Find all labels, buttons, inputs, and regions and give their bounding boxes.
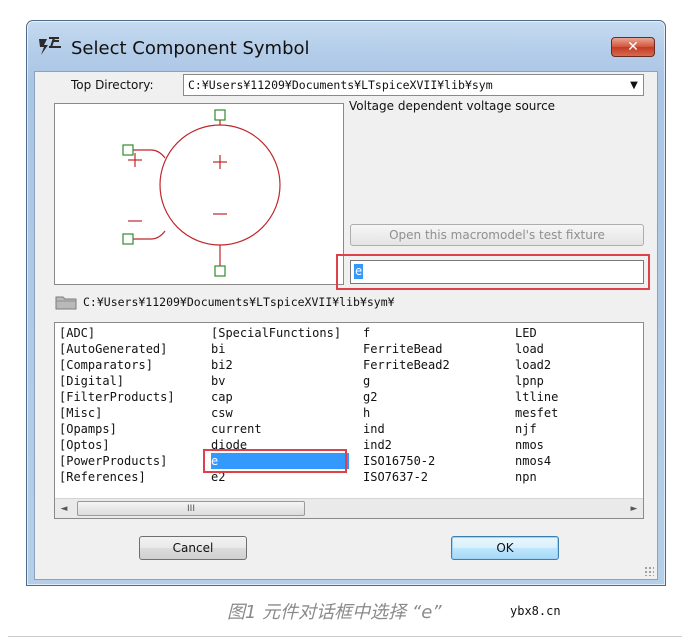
list-item[interactable]: [ADC] [59,325,175,341]
list-item[interactable]: h [363,405,450,421]
list-item[interactable]: [Comparators] [59,357,175,373]
list-item[interactable]: current [211,421,349,437]
list-item[interactable]: load2 [515,357,558,373]
list-item[interactable]: [References] [59,469,175,485]
cancel-button[interactable]: Cancel [139,536,247,560]
close-button[interactable]: ✕ [611,37,655,57]
list-item[interactable]: cap [211,389,349,405]
ok-button[interactable]: OK [451,536,559,560]
grip-icon: III [187,503,195,514]
open-test-fixture-button[interactable]: Open this macromodel's test fixture [350,224,644,246]
list-item[interactable]: [Digital] [59,373,175,389]
dialog-title: Select Component Symbol [71,38,310,59]
caption-site: ybx8.cn [510,604,561,618]
list-item[interactable]: csw [211,405,349,421]
list-item[interactable]: [Opamps] [59,421,175,437]
list-item[interactable]: nmos4 [515,453,558,469]
list-item[interactable]: f [363,325,450,341]
list-item[interactable]: bi2 [211,357,349,373]
title-bar[interactable]: Select Component Symbol ✕ [27,21,665,73]
scroll-left-icon[interactable]: ◄ [55,499,73,518]
list-item[interactable]: ISO7637-2 [363,469,450,485]
list-item[interactable]: [FilterProducts] [59,389,175,405]
list-item[interactable]: mesfet [515,405,558,421]
highlight-selected-item [203,449,347,473]
list-item[interactable]: g2 [363,389,450,405]
list-column-4: LED load load2 lpnp ltline mesfet njf nm… [515,325,558,485]
symbol-preview [54,103,344,285]
highlight-name-input [336,254,650,290]
current-path: C:¥Users¥11209¥Documents¥LTspiceXVII¥lib… [83,295,395,309]
list-item[interactable]: ISO16750-2 [363,453,450,469]
chevron-down-icon[interactable]: ▼ [625,75,643,95]
component-list[interactable]: [ADC] [AutoGenerated] [Comparators] [Dig… [54,322,644,519]
list-item[interactable]: ind2 [363,437,450,453]
vcvs-symbol-drawing [122,109,281,277]
list-item[interactable]: [Optos] [59,437,175,453]
list-item[interactable]: bv [211,373,349,389]
close-icon: ✕ [627,39,639,55]
list-item[interactable]: lpnp [515,373,558,389]
list-item[interactable]: LED [515,325,558,341]
list-item[interactable]: ltline [515,389,558,405]
list-item[interactable]: [SpecialFunctions] [211,325,349,341]
top-directory-label: Top Directory: [71,78,154,92]
top-directory-dropdown[interactable]: C:¥Users¥11209¥Documents¥LTspiceXVII¥lib… [183,74,644,96]
list-item[interactable]: load [515,341,558,357]
resize-grip-icon[interactable] [644,566,654,576]
divider [8,636,682,637]
ltspice-app-icon [39,37,61,55]
list-item[interactable]: g [363,373,450,389]
list-item[interactable]: [PowerProducts] [59,453,175,469]
top-directory-value: C:¥Users¥11209¥Documents¥LTspiceXVII¥lib… [188,78,493,92]
list-column-1: [ADC] [AutoGenerated] [Comparators] [Dig… [59,325,175,485]
caption-text: 图1 元件对话框中选择 “e” [227,602,442,623]
list-item[interactable]: bi [211,341,349,357]
horizontal-scrollbar[interactable]: ◄ III ► [55,498,643,518]
list-item[interactable]: FerriteBead [363,341,450,357]
select-component-dialog: Select Component Symbol ✕ Top Directory:… [26,20,666,586]
scroll-right-icon[interactable]: ► [625,499,643,518]
list-item[interactable]: FerriteBead2 [363,357,450,373]
list-item[interactable]: [Misc] [59,405,175,421]
list-item[interactable]: nmos [515,437,558,453]
scrollbar-thumb[interactable]: III [77,501,305,516]
list-item[interactable]: [AutoGenerated] [59,341,175,357]
list-item[interactable]: njf [515,421,558,437]
symbol-description: Voltage dependent voltage source [349,99,556,113]
list-item[interactable]: ind [363,421,450,437]
dialog-client-area: Top Directory: C:¥Users¥11209¥Documents¥… [34,71,658,580]
list-item[interactable]: npn [515,469,558,485]
list-column-3: f FerriteBead FerriteBead2 g g2 h ind in… [363,325,450,485]
folder-icon [55,296,77,310]
